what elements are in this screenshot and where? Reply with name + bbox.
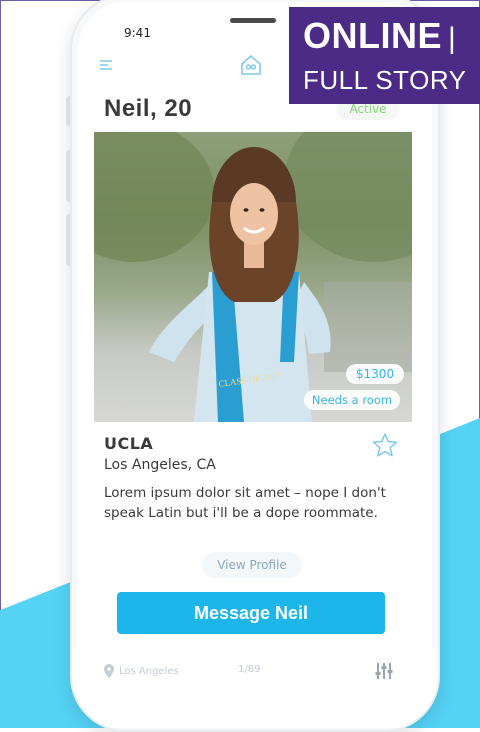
- price-pill: $1300: [346, 364, 404, 384]
- phone-speaker: [230, 18, 276, 23]
- profile-bio: Lorem ipsum dolor sit amet – nope I don'…: [104, 485, 386, 521]
- banner-top-line: ONLINE |: [303, 15, 456, 57]
- status-time: 9:41: [124, 26, 151, 40]
- pin-icon: [104, 664, 114, 678]
- menu-icon[interactable]: [100, 60, 114, 70]
- profile-school: UCLA: [104, 434, 154, 453]
- filter-icon[interactable]: [374, 662, 394, 680]
- housing-status-pill: Needs a room: [304, 390, 400, 410]
- view-profile-button[interactable]: View Profile: [202, 552, 302, 578]
- banner-online-text: ONLINE: [303, 15, 443, 56]
- online-full-story-banner[interactable]: ONLINE | FULL STORY: [289, 7, 480, 104]
- profile-location: Los Angeles, CA: [104, 457, 216, 473]
- message-button[interactable]: Message Neil: [117, 592, 385, 634]
- banner-separator: |: [448, 22, 457, 55]
- bottom-location[interactable]: Los Angeles: [119, 666, 179, 677]
- pager-count: 1/89: [238, 664, 261, 675]
- bottom-bar: [72, 648, 438, 728]
- banner-full-story-text: FULL STORY: [303, 65, 467, 95]
- star-icon[interactable]: [372, 432, 398, 458]
- phone-mockup: 9:41 Neil, 20 Active CLASS OF 2017 $1300…: [70, 0, 440, 732]
- profile-photo[interactable]: CLASS OF 2017 $1300 Needs a room: [94, 132, 412, 422]
- home-icon[interactable]: [240, 54, 262, 76]
- profile-name: Neil, 20: [104, 95, 193, 122]
